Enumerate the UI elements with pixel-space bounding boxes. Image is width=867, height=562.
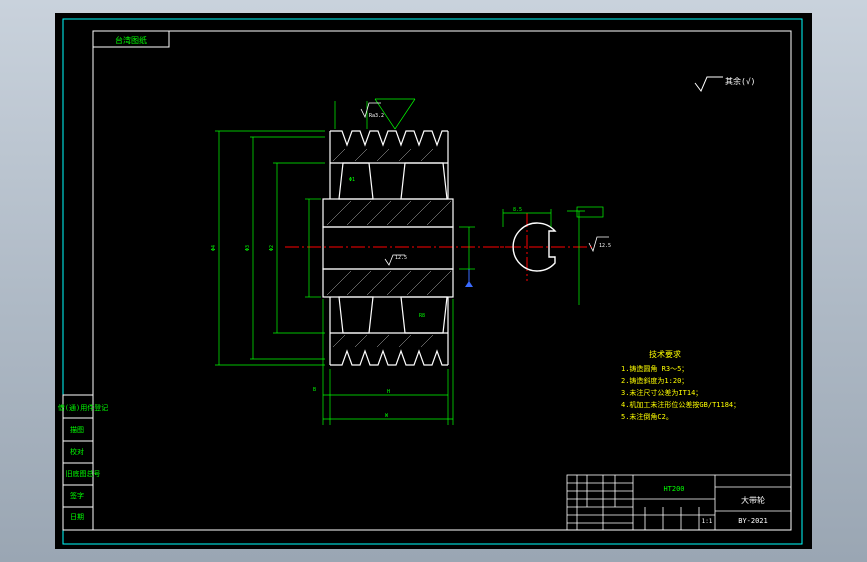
strip-sublabel-1: 描图	[70, 425, 84, 434]
roughness-value-3: 12.5	[599, 243, 611, 249]
surface-finish-note: 其余(√)	[694, 76, 755, 92]
keyway-dim: 8.5	[513, 207, 522, 213]
svg-text:其余(√): 其余(√)	[725, 76, 755, 86]
note-5: 5.未注倒角C2。	[621, 412, 673, 421]
strip-label-1: 借(通)用件登记	[58, 403, 108, 412]
svg-text:B: B	[313, 387, 316, 393]
notes-title: 技术要求	[649, 349, 681, 359]
note-1: 1.铸造圆角 R3～5；	[621, 364, 688, 373]
strip-label-4: 签字	[70, 491, 84, 500]
svg-text:Φ2: Φ2	[269, 245, 275, 251]
technical-notes: 技术要求 1.铸造圆角 R3～5； 2.铸造斜度为1:20； 3.未注尺寸公差为…	[621, 349, 740, 421]
strip-sublabel-2: 校对	[70, 447, 84, 456]
roughness-value-2: 12.5	[395, 255, 407, 261]
cad-drawing-viewport[interactable]: 台湾图纸 借(通)用件登记 描图 校对 旧底图总号 签字 日期 其余(√) Φ4…	[55, 13, 812, 549]
svg-text:R8: R8	[419, 313, 425, 319]
strip-label-2: 旧底图总号	[66, 469, 101, 478]
note-4: 4.机加工未注形位公差按GB/T1184；	[621, 400, 740, 409]
roughness-value-1: Ra3.2	[369, 113, 384, 119]
drawing-svg: 台湾图纸 借(通)用件登记 描图 校对 旧底图总号 签字 日期 其余(√) Φ4…	[58, 18, 803, 545]
svg-text:Φ1: Φ1	[349, 177, 355, 183]
scale-field: 1:1	[702, 518, 713, 525]
note-2: 2.铸造斜度为1:20；	[621, 376, 688, 385]
svg-text:W: W	[385, 413, 389, 419]
note-3: 3.未注尺寸公差为IT14；	[621, 388, 702, 397]
material-field: HT200	[663, 485, 684, 493]
bore-side-view: 8.5	[485, 206, 604, 305]
datum-marker	[465, 281, 473, 287]
svg-text:H: H	[387, 389, 390, 395]
corner-label: 台湾图纸	[115, 35, 147, 45]
outer-border	[62, 18, 803, 545]
drawing-number-field: BY-2021	[738, 517, 768, 525]
drawing-frame	[92, 30, 792, 531]
pulley-section-view: Φ4 Φ3 Φ2 Φ1 R8 H W B Ra3.2 12.5 12.5	[211, 98, 611, 425]
svg-text:Φ4: Φ4	[211, 245, 217, 251]
part-name-field: 大带轮	[741, 495, 765, 505]
svg-text:Φ3: Φ3	[245, 245, 251, 251]
strip-label-5: 日期	[70, 513, 84, 521]
